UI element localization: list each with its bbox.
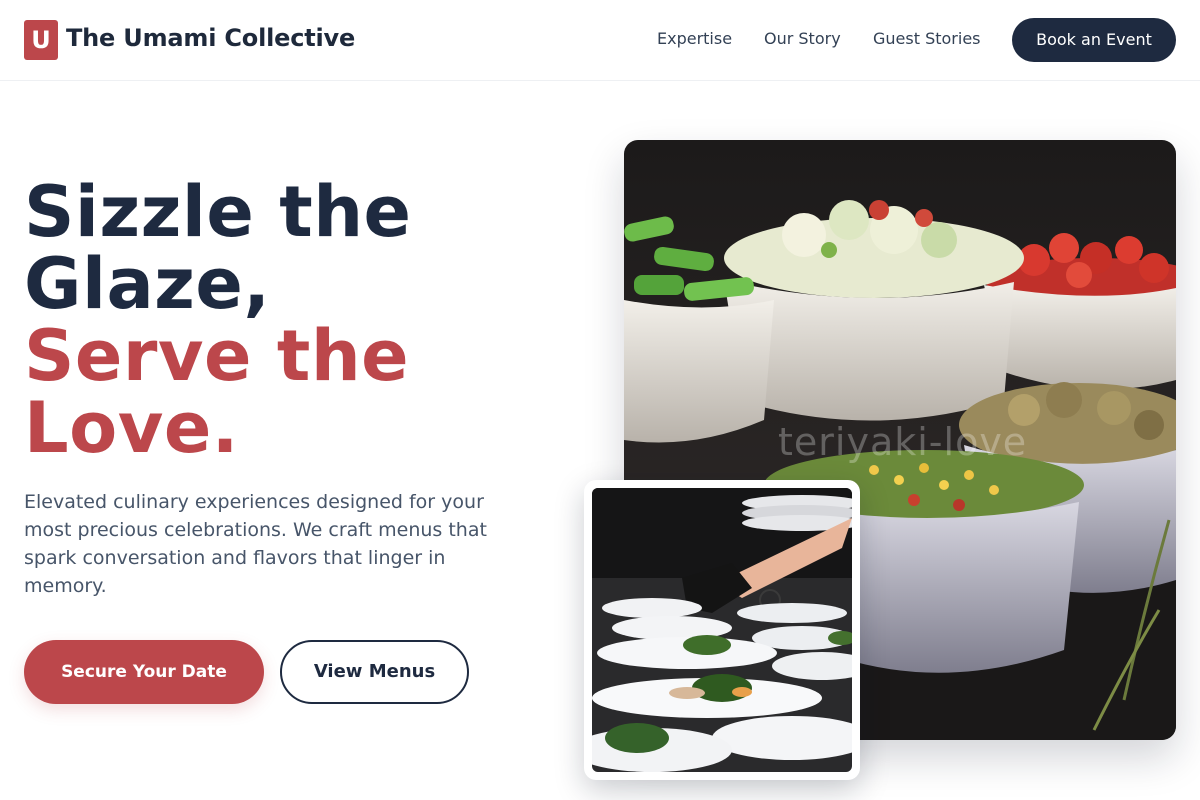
headline-line-3: Serve the	[24, 315, 410, 397]
secure-date-button[interactable]: Secure Your Date	[24, 640, 264, 704]
nav-link-guest-stories[interactable]: Guest Stories	[873, 29, 981, 48]
headline-line-4: Love.	[24, 387, 239, 469]
view-menus-button[interactable]: View Menus	[280, 640, 469, 704]
site-header: U The Umami Collective Expertise Our Sto…	[0, 0, 1200, 81]
photo-watermark: teriyaki-love	[778, 420, 1028, 464]
nav-link-expertise[interactable]: Expertise	[657, 29, 732, 48]
book-event-button[interactable]: Book an Event	[1012, 18, 1176, 62]
inset-photo-plating	[584, 480, 860, 780]
headline-line-1: Sizzle the	[24, 171, 412, 253]
nav-link-our-story[interactable]: Our Story	[764, 29, 841, 48]
hero-description: Elevated culinary experiences designed f…	[24, 491, 487, 597]
brand-name[interactable]: The Umami Collective	[66, 24, 355, 52]
plating-illustration	[592, 488, 852, 772]
hero-headline: Sizzle the Glaze, Serve the Love.	[24, 176, 584, 464]
logo-mark[interactable]: U	[24, 20, 58, 60]
headline-line-2: Glaze,	[24, 243, 271, 325]
